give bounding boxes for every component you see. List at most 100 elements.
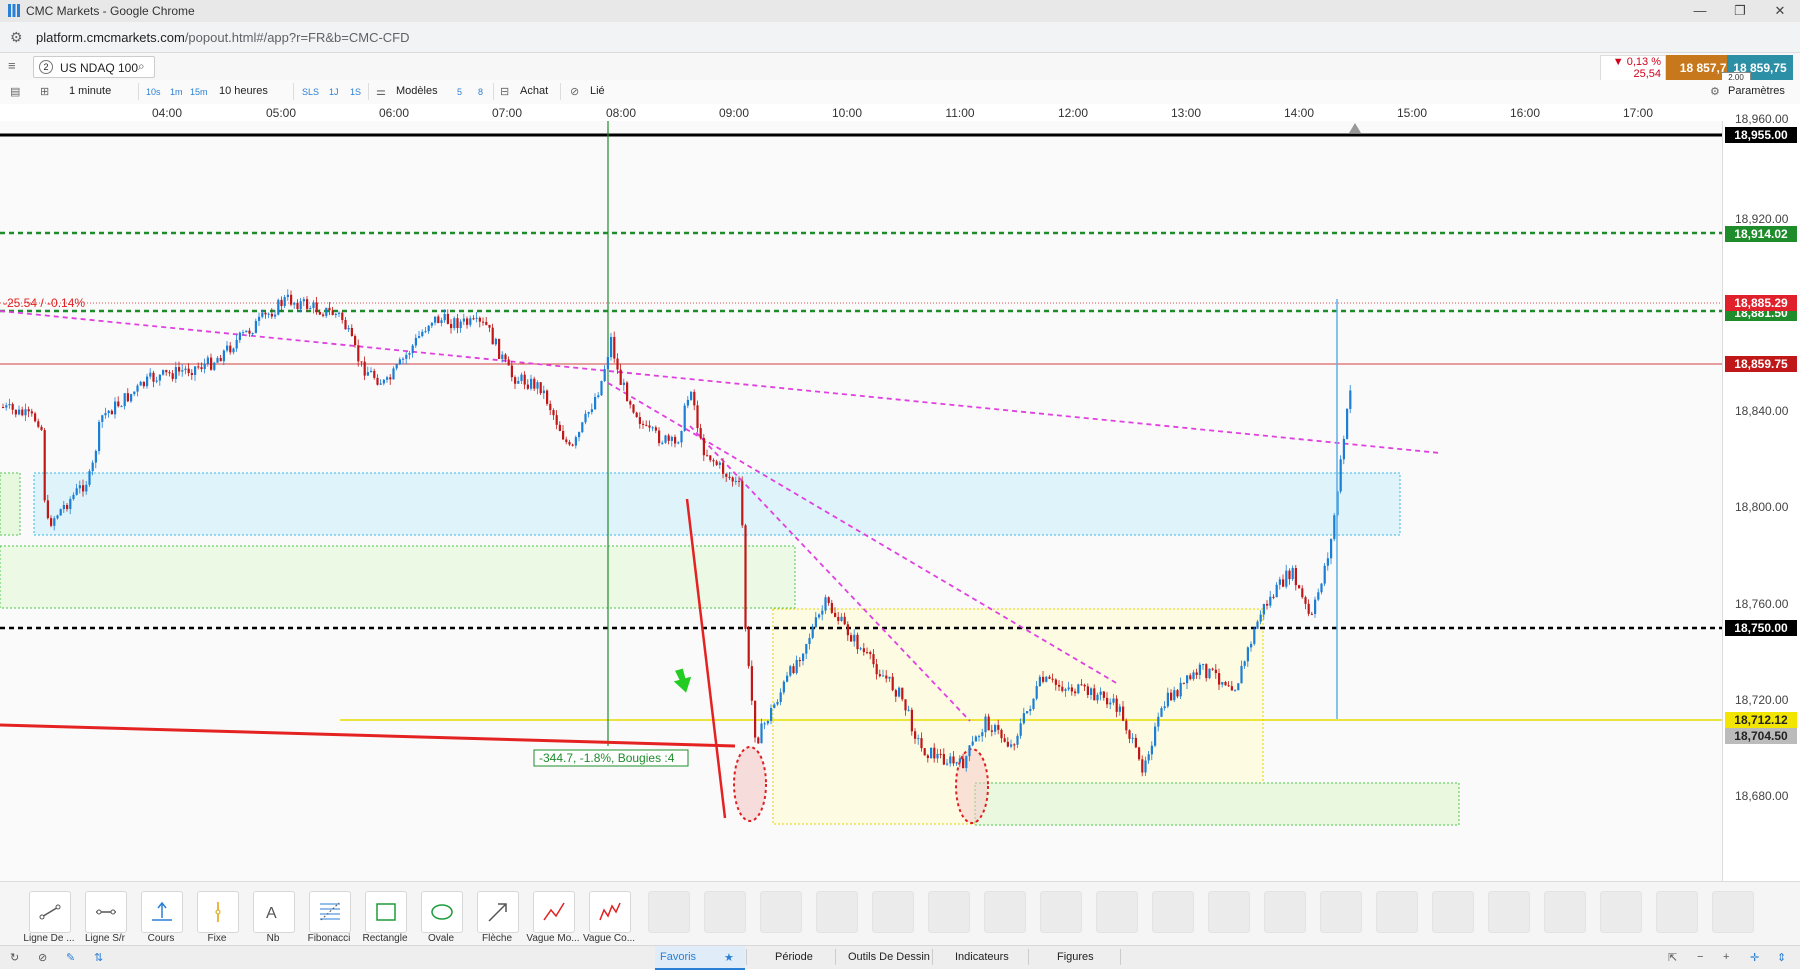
layout-icon[interactable]: ⊞ [40,85,49,98]
empty-tool-slot[interactable] [1320,891,1362,933]
candle-body [219,357,222,362]
minimize-button[interactable]: — [1680,0,1720,22]
empty-tool-slot[interactable] [1152,891,1194,933]
tab-figures[interactable]: Figures [1057,951,1094,963]
linked-button[interactable]: Lié [590,85,605,97]
crosshair-icon[interactable]: ✛ [1750,951,1759,964]
interval-select[interactable]: 1 minute [69,85,111,97]
buy-button[interactable]: Achat [520,85,548,97]
time-scroll-marker[interactable] [1349,123,1361,133]
chart-toolbar: ▤ ⊞ 1 minute 10s 1m 15m 10 heures SLS 1J… [0,80,1800,105]
period-1s[interactable]: 1S [350,87,361,97]
empty-tool-slot[interactable] [648,891,690,933]
settings-button[interactable]: Paramètres [1728,85,1785,97]
text-tool[interactable]: A [253,891,295,933]
green-zone-bottom[interactable] [974,782,1460,826]
pencil-icon[interactable]: ✎ [66,951,75,964]
trendline-tool[interactable] [29,891,71,933]
restore-button[interactable]: ❐ [1720,0,1760,22]
empty-tool-slot[interactable] [1656,891,1698,933]
instrument-tab[interactable]: 2 US NDAQ 100 ⌕ [33,56,155,78]
chart-canvas[interactable]: -25.54 / -0.14% -344.7, -1.8%, Bougies :… [0,121,1722,881]
site-info-icon[interactable]: ⚙ [10,29,23,46]
candle-body [1298,585,1301,589]
empty-tool-slot[interactable] [1376,891,1418,933]
tab-periode[interactable]: Période [775,951,813,963]
green-arrow-icon[interactable] [671,667,695,695]
candle-body [974,736,977,742]
candle-body [942,753,945,765]
price-chart[interactable]: -25.54 / -0.14% -344.7, -1.8%, Bougies :… [0,121,1722,881]
list-icon[interactable]: ▤ [10,85,20,98]
red-oval-left[interactable] [733,746,767,822]
interval-1m[interactable]: 1m [170,87,183,97]
period-sls[interactable]: SLS [302,87,319,97]
models-button[interactable]: Modèles [396,85,438,97]
red-trendline[interactable] [0,723,736,748]
price-line-tool[interactable] [141,891,183,933]
fit-icon[interactable]: ⇱ [1668,951,1677,964]
trendline-long[interactable] [0,310,1441,454]
arrow-tool[interactable] [477,891,519,933]
url-text[interactable]: platform.cmcmarkets.com/popout.html#/app… [36,30,410,45]
change-pct: ▼ 0,13 % [1612,56,1661,68]
fibonacci-tool[interactable] [309,891,351,933]
models-icon[interactable]: ⚌ [376,85,386,98]
tab-outils-de-dessin[interactable]: Outils De Dessin [848,951,930,963]
star-icon[interactable]: ★ [724,951,734,964]
empty-tool-slot[interactable] [704,891,746,933]
wave-co-tool[interactable] [589,891,631,933]
rectangle-tool[interactable] [365,891,407,933]
expand-icon[interactable]: ⇕ [1777,951,1786,964]
drag-icon[interactable]: ⇅ [94,951,103,964]
zoom-in-icon[interactable]: + [1723,951,1729,963]
period-1j[interactable]: 1J [329,87,339,97]
empty-tool-slot[interactable] [1488,891,1530,933]
empty-tool-slot[interactable] [872,891,914,933]
period-select[interactable]: 10 heures [219,85,268,97]
refresh-icon[interactable]: ↻ [10,951,19,964]
interval-15m[interactable]: 15m [190,87,208,97]
empty-tool-slot[interactable] [1600,891,1642,933]
tab-indicateurs[interactable]: Indicateurs [955,951,1009,963]
candle-body [203,363,206,370]
models-count-5[interactable]: 5 [457,87,462,97]
candle-body [491,327,494,345]
blue-zone[interactable] [33,472,1401,536]
close-button[interactable]: ✕ [1760,0,1800,22]
candle-body [171,373,174,379]
empty-tool-slot[interactable] [1432,891,1474,933]
settings-icon[interactable]: ⚙ [1710,85,1720,98]
search-icon[interactable]: ⌕ [138,59,145,74]
oval-tool[interactable] [421,891,463,933]
vertical-line-tool[interactable] [197,891,239,933]
empty-tool-slot[interactable] [760,891,802,933]
candle-body [971,741,974,746]
tab-favoris[interactable]: Favoris [660,951,696,963]
empty-tool-slot[interactable] [984,891,1026,933]
empty-tool-slot[interactable] [1264,891,1306,933]
candle-body [1288,570,1291,580]
wave-mo-tool[interactable] [533,891,575,933]
cancel-icon[interactable]: ⊘ [38,951,47,964]
empty-tool-slot[interactable] [816,891,858,933]
green-zone-mid[interactable] [0,545,796,609]
empty-tool-slot[interactable] [1544,891,1586,933]
hamburger-menu-icon[interactable]: ≡ [8,58,24,74]
empty-tool-slot[interactable] [1096,891,1138,933]
empty-tool-slot[interactable] [928,891,970,933]
empty-tool-slot[interactable] [1040,891,1082,933]
buy-icon[interactable]: ⊟ [500,85,509,98]
candle-body [1125,720,1128,731]
green-zone-left[interactable] [0,472,21,536]
interval-10s[interactable]: 10s [146,87,161,97]
candle-body [1166,692,1169,707]
models-count-8[interactable]: 8 [478,87,483,97]
empty-tool-slot[interactable] [1208,891,1250,933]
link-icon[interactable]: ⊘ [570,85,579,98]
empty-tool-slot[interactable] [1712,891,1754,933]
sr-line-tool[interactable] [85,891,127,933]
candle-body [418,336,421,338]
zoom-out-icon[interactable]: − [1697,951,1703,963]
browser-address-bar[interactable]: ⚙ platform.cmcmarkets.com/popout.html#/a… [0,22,1800,53]
